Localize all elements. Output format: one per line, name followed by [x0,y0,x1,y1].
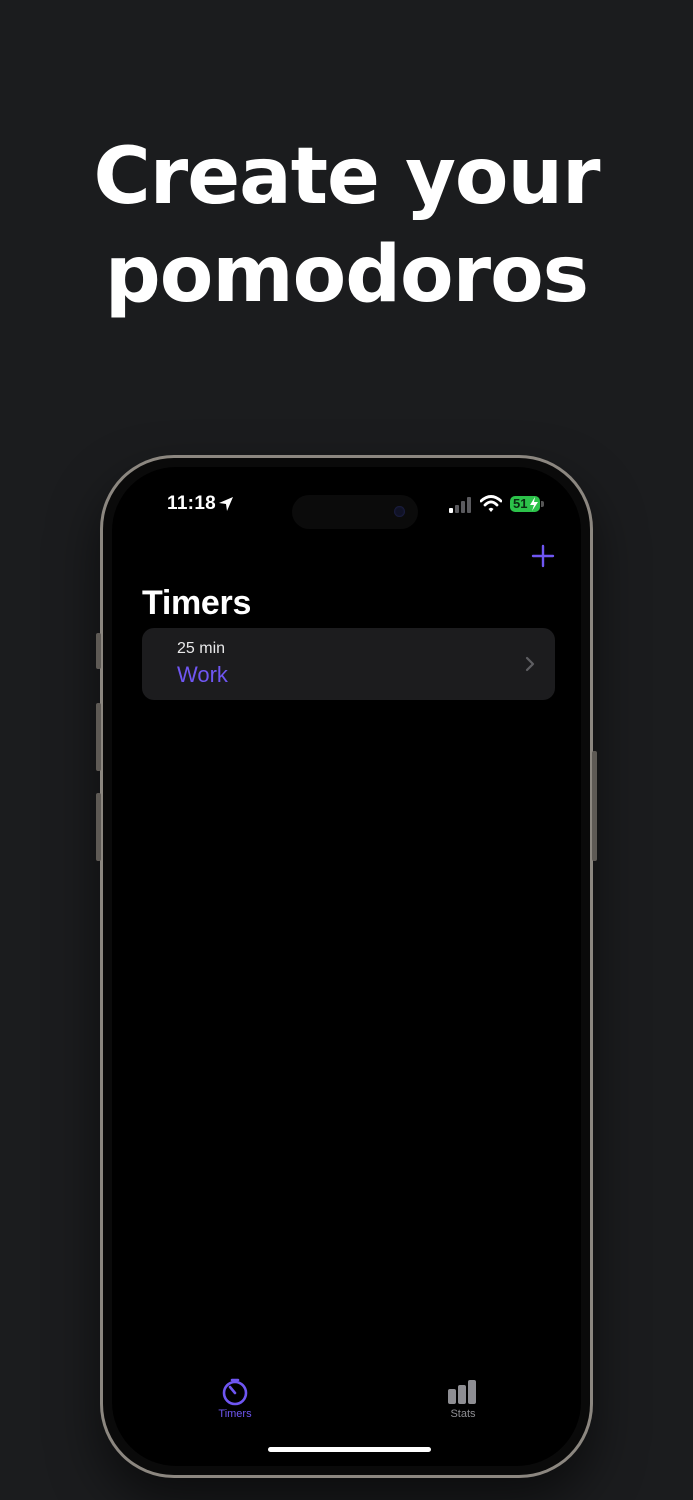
volume-up-button [96,703,101,771]
phone-bezel: 11:18 51 Timers 25 min Work Timers Stats [103,458,590,1475]
timer-list-item[interactable]: 25 min Work [142,628,555,700]
timer-icon [222,1378,248,1406]
page-title: Timers [142,584,252,622]
location-arrow-icon [219,497,233,511]
add-timer-button[interactable] [530,543,556,569]
action-button [96,633,101,669]
headline-line-2: pomodoros [104,230,589,320]
tab-stats-label: Stats [450,1408,476,1420]
phone-screen: 11:18 51 Timers 25 min Work Timers Stats [112,467,581,1466]
timer-name: Work [177,662,228,687]
timer-duration: 25 min [177,640,226,657]
phone-frame: 11:18 51 Timers 25 min Work Timers Stats [96,455,597,1478]
power-button [592,751,597,861]
battery-cap [541,501,544,507]
front-camera [394,506,405,517]
headline: Create your pomodoros [0,128,693,324]
chevron-right-icon [525,656,535,672]
cellular-signal-icon [449,497,471,513]
volume-down-button [96,793,101,861]
battery-level: 51 [513,496,528,511]
tab-timers-label: Timers [218,1408,252,1420]
headline-line-1: Create your [93,132,600,222]
bar-chart-icon [448,1380,476,1404]
tab-stats[interactable]: Stats [423,1377,503,1420]
status-time: 11:18 [167,493,217,514]
wifi-icon [480,495,502,512]
tab-timers[interactable]: Timers [195,1377,275,1420]
tab-bar: Timers Stats [112,1377,581,1437]
home-indicator[interactable] [268,1447,431,1452]
charging-bolt-icon [530,497,538,511]
